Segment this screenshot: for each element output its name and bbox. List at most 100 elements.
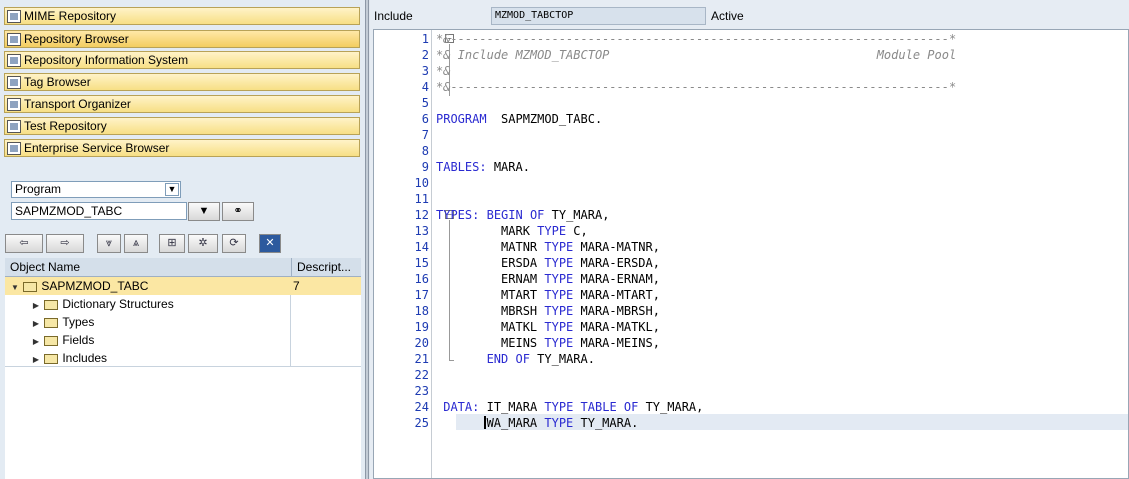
code-line[interactable]: TYPES: BEGIN OF TY_MARA,	[436, 207, 1126, 223]
line-number: 9	[421, 160, 429, 174]
nav-transport-organizer[interactable]: Transport Organizer	[4, 95, 360, 113]
forward-button[interactable]: ⇨	[46, 234, 84, 253]
nav-label: Repository Information System	[24, 53, 189, 67]
nav-tag-browser[interactable]: Tag Browser	[4, 73, 360, 91]
folder-icon	[44, 299, 59, 310]
panel-splitter[interactable]	[365, 0, 369, 479]
hierarchy-button[interactable]: ⊞	[159, 234, 185, 253]
code-line[interactable]: TABLES: MARA.	[436, 159, 1126, 175]
line-number: 14	[414, 240, 429, 254]
code-line[interactable]: *&--------------------------------------…	[436, 79, 1126, 95]
code-line[interactable]: MBRSH TYPE MARA-MBRSH,	[436, 303, 1126, 319]
triangle-down-icon: ▼	[198, 205, 210, 217]
object-tree: ▼ SAPMZMOD_TABC 7 ▶ Dictionary Structure…	[5, 277, 361, 479]
service-icon	[7, 141, 21, 155]
collapse-icon: ⩔	[105, 237, 113, 249]
include-name-field: MZMOD_TABCTOP	[491, 7, 706, 25]
tree-item-dictionary-structures[interactable]: ▶ Dictionary Structures	[5, 295, 361, 313]
truck-icon	[7, 97, 21, 111]
code-line[interactable]: MTART TYPE MARA-MTART,	[436, 287, 1126, 303]
column-header-label: Descript...	[297, 260, 352, 274]
code-line[interactable]: WA_MARA TYPE TY_MARA.	[436, 415, 1126, 431]
line-number: 3	[421, 64, 429, 78]
line-number: 6	[421, 112, 429, 126]
column-header-object-name[interactable]: Object Name	[5, 258, 291, 277]
folder-open-icon	[23, 281, 38, 292]
expand-button[interactable]: ⩓	[124, 234, 148, 253]
arrow-left-icon: ⇦	[19, 237, 29, 249]
line-number: 11	[414, 192, 429, 206]
close-icon: ✕	[265, 237, 275, 249]
nav-test-repository[interactable]: Test Repository	[4, 117, 360, 135]
info-system-icon	[7, 53, 21, 67]
arrow-right-icon: ⇨	[60, 237, 70, 249]
object-type-value: Program	[15, 182, 62, 196]
tree-root-row[interactable]: ▼ SAPMZMOD_TABC 7	[5, 277, 361, 295]
line-number: 22	[414, 368, 429, 382]
line-number: 21	[414, 352, 429, 366]
code-line[interactable]: DATA: IT_MARA TYPE TABLE OF TY_MARA,	[436, 399, 1126, 415]
code-line[interactable]: MATNR TYPE MARA-MATNR,	[436, 239, 1126, 255]
code-line[interactable]: PROGRAM SAPMZMOD_TABC.	[436, 111, 1126, 127]
repository-browser-icon	[7, 32, 21, 46]
refresh-button[interactable]: ⟳	[222, 234, 246, 253]
chevron-down-icon[interactable]: ▼	[165, 183, 179, 196]
back-button[interactable]: ⇦	[5, 234, 43, 253]
nav-label: Repository Browser	[24, 32, 129, 46]
tree-root-label: SAPMZMOD_TABC	[41, 279, 149, 293]
line-number: 25	[414, 416, 429, 430]
code-line[interactable]: ERNAM TYPE MARA-ERNAM,	[436, 271, 1126, 287]
expand-icon: ⩓	[132, 237, 140, 249]
nav-label: Transport Organizer	[24, 97, 131, 111]
line-number: 13	[414, 224, 429, 238]
folder-icon	[44, 335, 59, 346]
tree-item-label: Types	[62, 315, 95, 329]
code-line[interactable]: ERSDA TYPE MARA-ERSDA,	[436, 255, 1126, 271]
line-number: 24	[414, 400, 429, 414]
folder-icon	[44, 353, 59, 364]
status-label: Active	[711, 9, 744, 23]
tree-item-includes[interactable]: ▶ Includes	[5, 349, 361, 367]
collapse-button[interactable]: ⩔	[97, 234, 121, 253]
code-line[interactable]: MATKL TYPE MARA-MATKL,	[436, 319, 1126, 335]
include-name-value: MZMOD_TABCTOP	[495, 10, 574, 21]
code-line[interactable]: MARK TYPE C,	[436, 223, 1126, 239]
object-name-input[interactable]: SAPMZMOD_TABC	[11, 202, 187, 220]
refresh-icon: ⟳	[229, 237, 239, 249]
nav-repository-information-system[interactable]: Repository Information System	[4, 51, 360, 69]
line-number: 10	[414, 176, 429, 190]
mime-icon	[7, 9, 21, 23]
code-line[interactable]: *&	[436, 63, 1126, 79]
tree-item-label: Dictionary Structures	[62, 297, 174, 311]
tree-item-types[interactable]: ▶ Types	[5, 313, 361, 331]
code-line[interactable]: MEINS TYPE MARA-MEINS,	[436, 335, 1126, 351]
tree-item-label: Fields	[62, 333, 95, 347]
nav-label: MIME Repository	[24, 9, 117, 23]
line-number: 7	[421, 128, 429, 142]
nav-enterprise-service-browser[interactable]: Enterprise Service Browser	[4, 139, 360, 157]
nav-mime-repository[interactable]: MIME Repository	[4, 7, 360, 25]
line-number: 23	[414, 384, 429, 398]
code-editor[interactable]: − − 1 *&---------------------------------…	[373, 29, 1129, 479]
folder-icon	[44, 317, 59, 328]
nav-repository-browser[interactable]: Repository Browser	[4, 30, 360, 48]
column-header-description[interactable]: Descript...	[291, 258, 361, 277]
code-line[interactable]: END OF TY_MARA.	[436, 351, 1126, 367]
line-number: 16	[414, 272, 429, 286]
collapsed-triangle-icon[interactable]: ▶	[31, 351, 41, 369]
object-type-select[interactable]: Program ▼	[11, 181, 181, 198]
code-line[interactable]: *&--------------------------------------…	[436, 31, 1126, 47]
tree-item-fields[interactable]: ▶ Fields	[5, 331, 361, 349]
nav-label: Enterprise Service Browser	[24, 141, 170, 155]
line-number: 12	[414, 208, 429, 222]
line-number: 4	[421, 80, 429, 94]
line-number: 5	[421, 96, 429, 110]
dropdown-button[interactable]: ▼	[188, 202, 220, 221]
tag-icon	[7, 75, 21, 89]
code-line[interactable]: *& Include MZMOD_TABCTOP Module Pool	[436, 47, 1126, 63]
close-button[interactable]: ✕	[259, 234, 281, 253]
object-name-value: SAPMZMOD_TABC	[15, 204, 123, 218]
line-number: 15	[414, 256, 429, 270]
settings-button[interactable]: ✲	[188, 234, 218, 253]
display-button[interactable]: ⚭	[222, 202, 254, 221]
